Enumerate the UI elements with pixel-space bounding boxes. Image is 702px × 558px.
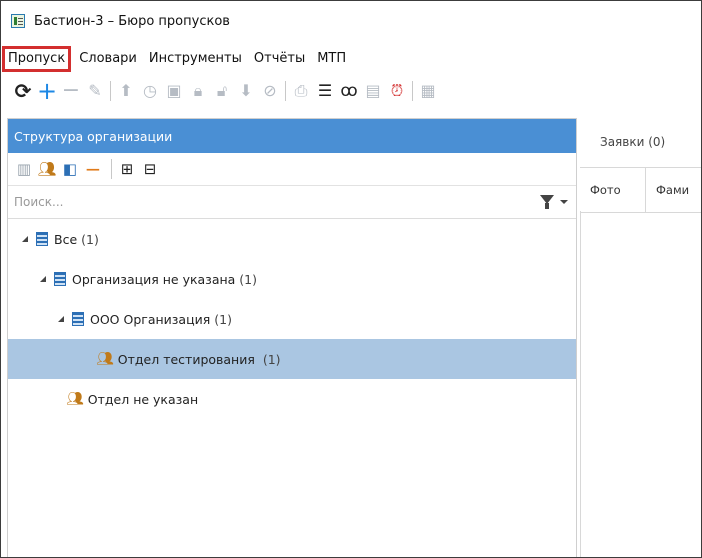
photo-id-icon[interactable]: ▣	[164, 80, 184, 102]
menu-item-instrumenty[interactable]: Инструменты	[143, 49, 248, 69]
block-icon[interactable]: ⊘	[260, 80, 280, 102]
lock-icon[interactable]: 🔒︎	[188, 80, 208, 102]
building-icon	[72, 312, 84, 326]
filter-icon[interactable]	[540, 195, 554, 209]
expand-arrow-icon[interactable]	[58, 316, 64, 322]
tree-item-count: (1)	[239, 271, 258, 287]
panel-title: Структура организации	[8, 119, 576, 153]
app-icon	[11, 14, 25, 28]
title-bar: Бастион-3 – Бюро пропусков	[1, 1, 701, 41]
organization-structure-panel: Структура организации ▥ 👥︎ ◧ − ⊞ ⊟ Все (…	[7, 118, 577, 557]
toolbar-separator	[412, 81, 413, 101]
tree-item-label: Все	[54, 231, 78, 247]
toolbar-separator	[285, 81, 286, 101]
add-time-icon[interactable]: ◷	[140, 80, 160, 102]
add-department-icon[interactable]: 👥︎	[37, 159, 57, 179]
tree-item-label: Отдел не указан	[87, 391, 199, 407]
collapse-all-icon[interactable]: ⊟	[140, 159, 160, 179]
grid-body	[580, 211, 701, 557]
grid-header: Фото Фами	[580, 167, 701, 213]
window-title: Бастион-3 – Бюро пропусков	[34, 13, 230, 29]
tree-item-testing-department[interactable]: 👥︎ Отдел тестирования (1)	[8, 339, 576, 379]
search-row	[8, 186, 576, 219]
tab-requests[interactable]: Заявки (0)	[600, 135, 665, 149]
add-building-icon[interactable]: ▥	[14, 159, 34, 179]
tree-item-no-department[interactable]: 👥︎ Отдел не указан	[8, 379, 576, 419]
edit-item-icon[interactable]: ◧	[60, 159, 80, 179]
search-input[interactable]	[8, 194, 496, 210]
refresh-icon[interactable]: ⟳	[13, 80, 33, 102]
card-list-icon[interactable]: ▦	[418, 80, 438, 102]
panel-toolbar: ▥ 👥︎ ◧ − ⊞ ⊟	[8, 153, 576, 186]
card-icon[interactable]: ▤	[363, 80, 383, 102]
column-header-surname[interactable]: Фами	[646, 168, 701, 212]
unlock-icon[interactable]: 🔓︎	[212, 80, 232, 102]
menu-item-otchety[interactable]: Отчёты	[248, 49, 311, 69]
tree-item-ooo-organization[interactable]: ООО Организация (1)	[8, 299, 576, 339]
tree-item-label: Организация не указана	[72, 271, 236, 287]
add-icon[interactable]: +	[37, 79, 57, 103]
panel-toolbar-separator	[111, 159, 112, 179]
department-icon: 👥︎	[66, 391, 84, 407]
tree-item-label: ООО Организация	[90, 311, 211, 327]
remove-icon[interactable]: −	[61, 80, 81, 102]
expand-arrow-icon[interactable]	[22, 236, 28, 242]
tree-item-label: Отдел тестирования	[117, 351, 255, 367]
chevron-down-icon[interactable]	[560, 200, 568, 204]
find-user-icon[interactable]: ꝏ	[339, 80, 359, 102]
toolbar-separator	[110, 81, 111, 101]
upload-icon[interactable]: ⬆	[116, 80, 136, 102]
tree-item-count: (1)	[214, 311, 232, 327]
tree-item-count: (1)	[262, 351, 281, 367]
organization-tree: Все (1) Организация не указана (1) ООО О…	[8, 219, 576, 419]
pass-alarm-icon[interactable]: ⏰︎	[387, 80, 407, 102]
print-icon[interactable]: ⎙	[291, 80, 311, 102]
building-icon	[54, 272, 66, 286]
tree-item-no-organization[interactable]: Организация не указана (1)	[8, 259, 576, 299]
menu-item-slovari[interactable]: Словари	[73, 49, 143, 69]
column-header-photo[interactable]: Фото	[580, 168, 646, 212]
tree-item-all[interactable]: Все (1)	[8, 219, 576, 259]
app-window: Бастион-3 – Бюро пропусков Пропуск Слова…	[0, 0, 702, 558]
barcode-icon[interactable]: ☰	[315, 80, 335, 102]
expand-arrow-icon[interactable]	[40, 276, 46, 282]
building-icon	[36, 232, 48, 246]
download-icon[interactable]: ⬇	[236, 80, 256, 102]
edit-icon[interactable]: ✎	[85, 80, 105, 102]
menu-item-mtp[interactable]: МТП	[311, 49, 352, 69]
requests-panel: Заявки (0) Фото Фами	[580, 131, 701, 557]
remove-item-icon[interactable]: −	[83, 157, 103, 181]
expand-all-icon[interactable]: ⊞	[117, 159, 137, 179]
department-icon: 👥︎	[96, 351, 114, 367]
tree-item-count: (1)	[81, 231, 99, 247]
main-toolbar: ⟳ + − ✎ ⬆ ◷ ▣ 🔒︎ 🔓︎ ⬇ ⊘ ⎙ ☰ ꝏ ▤ ⏰︎ ▦	[13, 77, 442, 105]
menu-bar: Пропуск Словари Инструменты Отчёты МТП	[1, 46, 352, 72]
menu-item-propusk[interactable]: Пропуск	[1, 46, 72, 72]
